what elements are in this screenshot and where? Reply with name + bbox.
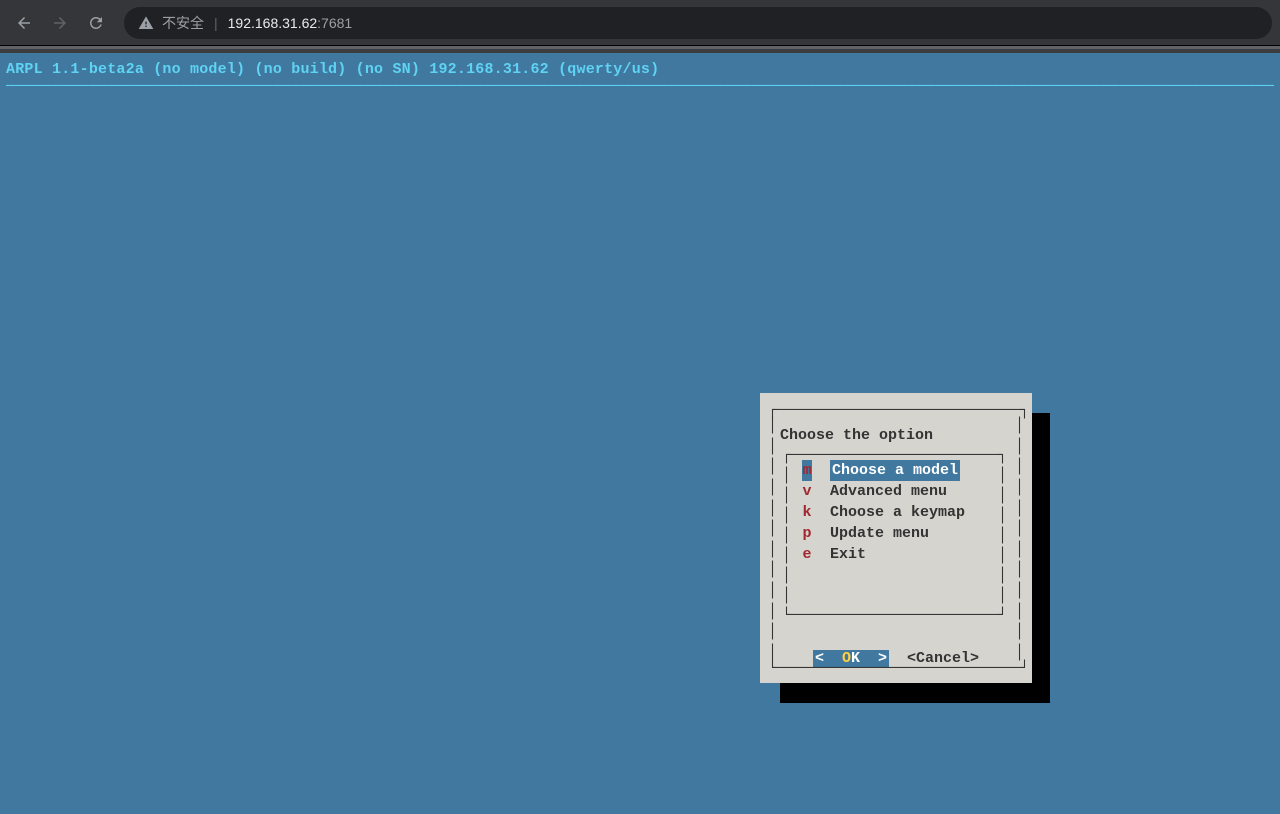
terminal-header-line: ARPL 1.1-beta2a (no model) (no build) (n…: [6, 61, 1274, 78]
address-separator: |: [214, 15, 218, 31]
url-host: 192.168.31.62: [228, 15, 318, 31]
forward-button[interactable]: [44, 7, 76, 39]
dialog-border-bottom: └───────────────────────────┘: [768, 659, 1029, 679]
menu-item-v[interactable]: v Advanced menu: [802, 481, 1000, 502]
insecure-label: 不安全: [162, 13, 204, 33]
reload-button[interactable]: [80, 7, 112, 39]
menu-item-m[interactable]: m Choose a model: [802, 460, 1000, 481]
menu-key: e: [802, 544, 812, 565]
back-button[interactable]: [8, 7, 40, 39]
menu-item-e[interactable]: e Exit: [802, 544, 1000, 565]
menu-border-line: │ │: [782, 566, 1010, 586]
menu-key: p: [802, 523, 812, 544]
dialog-menu-box: ┌───────────────────────┐ │ │ │ │ │ │ │ …: [782, 446, 1010, 626]
menu-item-k[interactable]: k Choose a keymap: [802, 502, 1000, 523]
menu-key: m: [802, 460, 812, 481]
terminal-area[interactable]: ARPL 1.1-beta2a (no model) (no build) (n…: [0, 53, 1280, 814]
dialog-border-left: ││││││││││││: [768, 417, 777, 661]
dialog-title: Choose the option: [768, 427, 1024, 444]
arrow-left-icon: [15, 14, 33, 32]
menu-label: Advanced menu: [830, 481, 947, 502]
nav-buttons: [8, 7, 112, 39]
reload-icon: [87, 14, 105, 32]
menu-label: Update menu: [830, 523, 929, 544]
browser-toolbar: 不安全 | 192.168.31.62:7681: [0, 0, 1280, 46]
menu-list: m Choose a model v Advanced menu k Choose a k…: [802, 460, 1000, 565]
terminal-divider: ────────────────────────────────────────…: [6, 78, 1274, 95]
url-port: :7681: [317, 15, 352, 31]
menu-label: Exit: [830, 544, 866, 565]
menu-label: Choose a keymap: [830, 502, 965, 523]
menu-key: k: [802, 502, 812, 523]
menu-border-bottom: └───────────────────────┘: [782, 606, 1010, 626]
dialog-border-top: ┌───────────────────────────┐: [768, 401, 1024, 421]
arrow-right-icon: [51, 14, 69, 32]
address-bar[interactable]: 不安全 | 192.168.31.62:7681: [124, 7, 1272, 39]
dialog-border-right: ││││││││││││: [1015, 417, 1024, 661]
insecure-warning-icon: [138, 15, 154, 31]
menu-item-p[interactable]: p Update menu: [802, 523, 1000, 544]
menu-border-line: │ │: [782, 586, 1010, 606]
option-dialog: ┌───────────────────────────┐ Choose the…: [760, 393, 1032, 683]
menu-label: Choose a model: [830, 460, 960, 481]
menu-key: v: [802, 481, 812, 502]
